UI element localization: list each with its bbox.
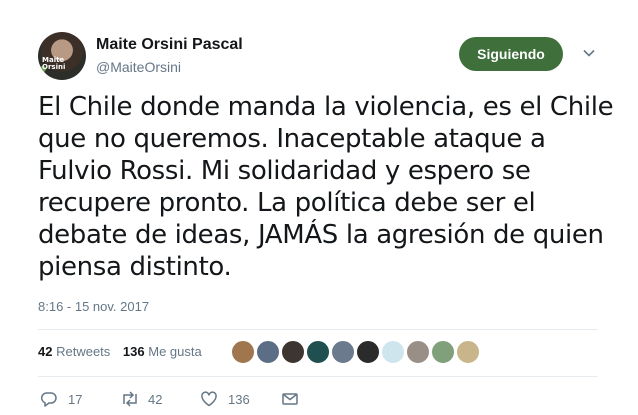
author-handle[interactable]: @MaiteOrsini: [96, 59, 181, 75]
like-count: 136: [228, 392, 250, 407]
divider: [38, 329, 598, 330]
liker-avatar-8[interactable]: [406, 340, 430, 364]
tweet-card: Maite Orsini Maite Orsini Pascal @MaiteO…: [0, 0, 638, 415]
likes-stat[interactable]: 136 Me gusta: [123, 344, 202, 359]
liker-avatar-1[interactable]: [231, 340, 255, 364]
tweet-text-line: debate de ideas, JAMÁS la agresión de qu…: [38, 220, 604, 250]
tweet-timestamp[interactable]: 8:16 - 15 nov. 2017: [38, 299, 149, 314]
retweets-label: Retweets: [56, 344, 111, 359]
chevron-down-icon[interactable]: [582, 46, 596, 60]
like-icon: [201, 391, 217, 407]
liker-avatar-5[interactable]: [331, 340, 355, 364]
tweet-text-line: El Chile donde manda la violencia, es el…: [38, 92, 614, 122]
liker-avatar-2[interactable]: [256, 340, 280, 364]
avatar-caption-line-2: Orsini: [42, 63, 66, 71]
reply-icon: [40, 392, 57, 407]
reply-count: 17: [68, 392, 83, 407]
liker-avatar-9[interactable]: [431, 340, 455, 364]
liker-avatar-6[interactable]: [356, 340, 380, 364]
tweet-text-line: que no queremos. Inaceptable ataque a: [38, 124, 546, 154]
author-name[interactable]: Maite Orsini Pascal: [96, 36, 243, 54]
tweet-text-line: piensa distinto.: [38, 252, 232, 282]
following-button[interactable]: Siguiendo: [459, 37, 563, 71]
direct-message-icon: [282, 393, 298, 405]
avatar-caption: Maite Orsini: [42, 57, 65, 71]
liker-avatar-7[interactable]: [381, 340, 405, 364]
engagement-stats: 42 Retweets 136 Me gusta: [38, 344, 211, 359]
retweet-icon: [123, 391, 137, 407]
retweet-count: 42: [148, 392, 163, 407]
retweets-count: 42: [38, 344, 53, 359]
author-avatar[interactable]: Maite Orsini: [38, 32, 86, 80]
tweet-text: El Chile donde manda la violencia, es el…: [38, 91, 614, 283]
divider: [38, 376, 598, 377]
likes-count: 136: [122, 344, 145, 359]
liker-avatar-10[interactable]: [456, 340, 480, 364]
tweet-text-line: Fulvio Rossi. Mi solidaridad y espero se: [38, 156, 531, 186]
likes-label: Me gusta: [148, 344, 202, 359]
retweets-stat[interactable]: 42 Retweets: [38, 344, 110, 359]
liker-avatar-4[interactable]: [306, 340, 330, 364]
tweet-text-line: recupere pronto. La política debe ser el: [38, 188, 536, 218]
liker-avatar-3[interactable]: [281, 340, 305, 364]
